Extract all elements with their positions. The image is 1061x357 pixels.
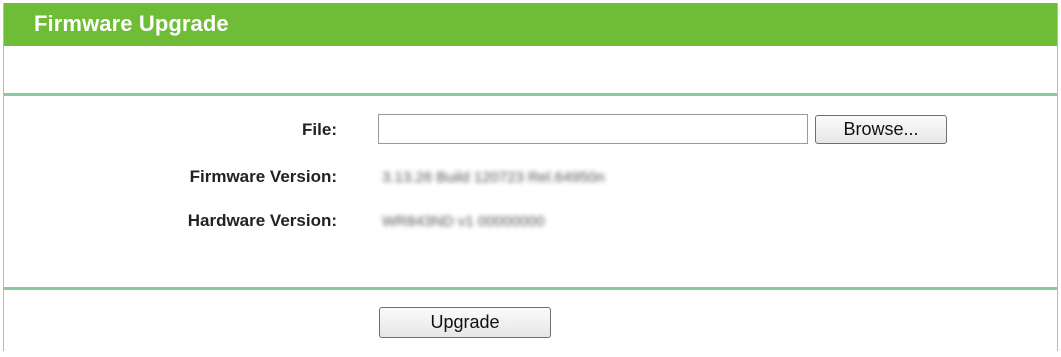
browse-button[interactable]: Browse... bbox=[815, 115, 947, 144]
firmware-upgrade-panel: Firmware Upgrade File: Browse... Firmwar… bbox=[3, 3, 1058, 351]
hardware-version-label: Hardware Version: bbox=[187, 211, 337, 230]
section-divider-bottom bbox=[4, 287, 1057, 290]
file-path-input[interactable] bbox=[378, 114, 808, 144]
page-title: Firmware Upgrade bbox=[34, 11, 229, 36]
hardware-version-value: WR843ND v1 00000000 bbox=[382, 213, 545, 230]
section-divider-top bbox=[4, 93, 1057, 96]
file-label: File: bbox=[302, 120, 337, 139]
title-bar: Firmware Upgrade bbox=[4, 3, 1057, 46]
firmware-version-value: 3.13.26 Build 120723 Rel.64950n bbox=[382, 169, 605, 186]
upgrade-button[interactable]: Upgrade bbox=[379, 307, 551, 338]
firmware-version-label: Firmware Version: bbox=[189, 167, 337, 186]
